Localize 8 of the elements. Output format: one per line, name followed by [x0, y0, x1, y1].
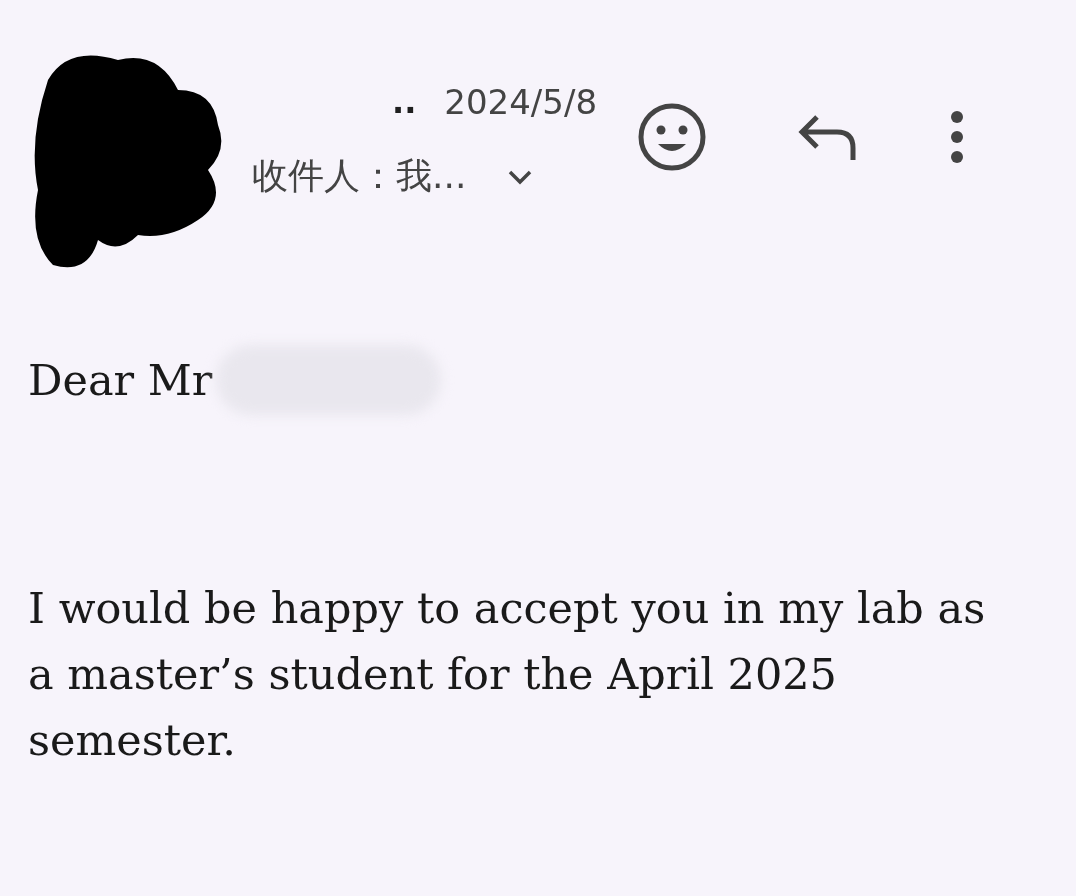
- body-paragraph: I would be happy to accept you in my lab as a master’s student for the April 2025 semester.: [28, 582, 987, 767]
- smiley-icon[interactable]: [637, 102, 707, 172]
- recipient-label: 收件人：我...: [252, 154, 467, 198]
- sender-name: ..: [391, 83, 417, 121]
- more-icon[interactable]: [949, 109, 965, 165]
- greeting-text: Dear Mr: [28, 355, 213, 405]
- email-date: 2024/5/8: [444, 82, 597, 122]
- reply-icon[interactable]: [797, 112, 859, 162]
